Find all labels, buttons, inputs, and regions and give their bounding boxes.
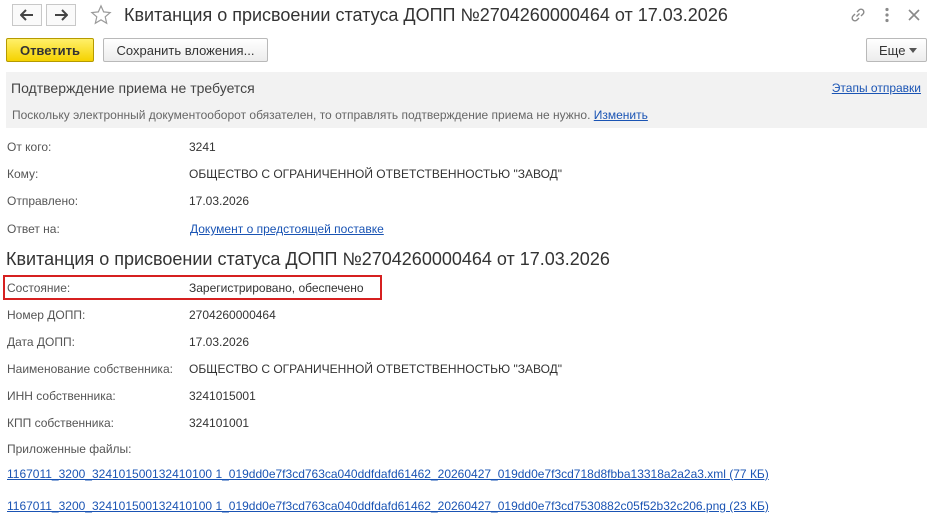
owner-name-label: Наименование собственника: xyxy=(7,362,173,376)
copy-link-button[interactable] xyxy=(849,6,869,26)
more-menu-button[interactable]: Еще xyxy=(866,38,927,62)
forward-button[interactable] xyxy=(46,4,76,26)
state-label: Состояние: xyxy=(7,281,71,295)
vertical-dots-icon xyxy=(885,7,889,23)
close-icon xyxy=(908,9,920,21)
window-title: Квитанция о присвоении статуса ДОПП №270… xyxy=(124,5,728,25)
from-value: 3241 xyxy=(189,140,216,154)
back-button[interactable] xyxy=(12,4,42,26)
change-link[interactable]: Изменить xyxy=(594,108,648,122)
dopp-number-value: 2704260000464 xyxy=(189,308,276,322)
state-value: Зарегистрировано, обеспечено xyxy=(189,281,364,295)
favorite-star-button[interactable] xyxy=(90,4,114,28)
from-label: От кого: xyxy=(7,140,52,154)
arrow-right-icon xyxy=(55,9,68,21)
reply-to-link[interactable]: Документ о предстоящей поставке xyxy=(190,222,384,236)
document-heading: Квитанция о присвоении статуса ДОПП №270… xyxy=(6,249,610,269)
more-actions-button[interactable] xyxy=(878,6,898,26)
star-icon xyxy=(90,4,112,25)
notice-text: Поскольку электронный документооборот об… xyxy=(12,108,591,122)
dopp-date-value: 17.03.2026 xyxy=(189,335,250,349)
to-label: Кому: xyxy=(7,167,39,181)
owner-kpp-label: КПП собственника: xyxy=(7,416,115,430)
caret-down-icon xyxy=(909,48,917,53)
close-button[interactable] xyxy=(905,6,925,26)
attached-file-link[interactable]: 1167011_3200_324101500132410100 1_019dd0… xyxy=(7,467,769,481)
dopp-date-label: Дата ДОПП: xyxy=(7,335,75,349)
owner-inn-label: ИНН собственника: xyxy=(7,389,116,403)
notice-heading: Подтверждение приема не требуется xyxy=(11,80,255,96)
link-icon xyxy=(851,8,865,22)
title-bar: Квитанция о присвоении статуса ДОПП №270… xyxy=(0,0,933,32)
sent-label: Отправлено: xyxy=(7,194,79,208)
to-value: ОБЩЕСТВО С ОГРАНИЧЕННОЙ ОТВЕТСТВЕННОСТЬЮ… xyxy=(189,167,563,181)
dopp-number-label: Номер ДОПП: xyxy=(7,308,86,322)
owner-kpp-value: 324101001 xyxy=(189,416,250,430)
notice-panel: Подтверждение приема не требуется Этапы … xyxy=(6,72,927,128)
stages-link[interactable]: Этапы отправки xyxy=(832,81,921,95)
notice-text-line: Поскольку электронный документооборот об… xyxy=(12,108,648,122)
owner-inn-value: 3241015001 xyxy=(189,389,256,403)
owner-name-value: ОБЩЕСТВО С ОГРАНИЧЕННОЙ ОТВЕТСТВЕННОСТЬЮ… xyxy=(189,362,563,376)
attached-files-label: Приложенные файлы: xyxy=(7,442,132,456)
more-label: Еще xyxy=(879,42,906,58)
save-attachments-button[interactable]: Сохранить вложения... xyxy=(103,38,268,62)
arrow-left-icon xyxy=(20,9,33,21)
reply-button[interactable]: Ответить xyxy=(6,38,94,62)
attached-file-link[interactable]: 1167011_3200_324101500132410100 1_019dd0… xyxy=(7,499,769,513)
sent-value: 17.03.2026 xyxy=(189,194,250,208)
reply-to-label: Ответ на: xyxy=(7,222,60,236)
